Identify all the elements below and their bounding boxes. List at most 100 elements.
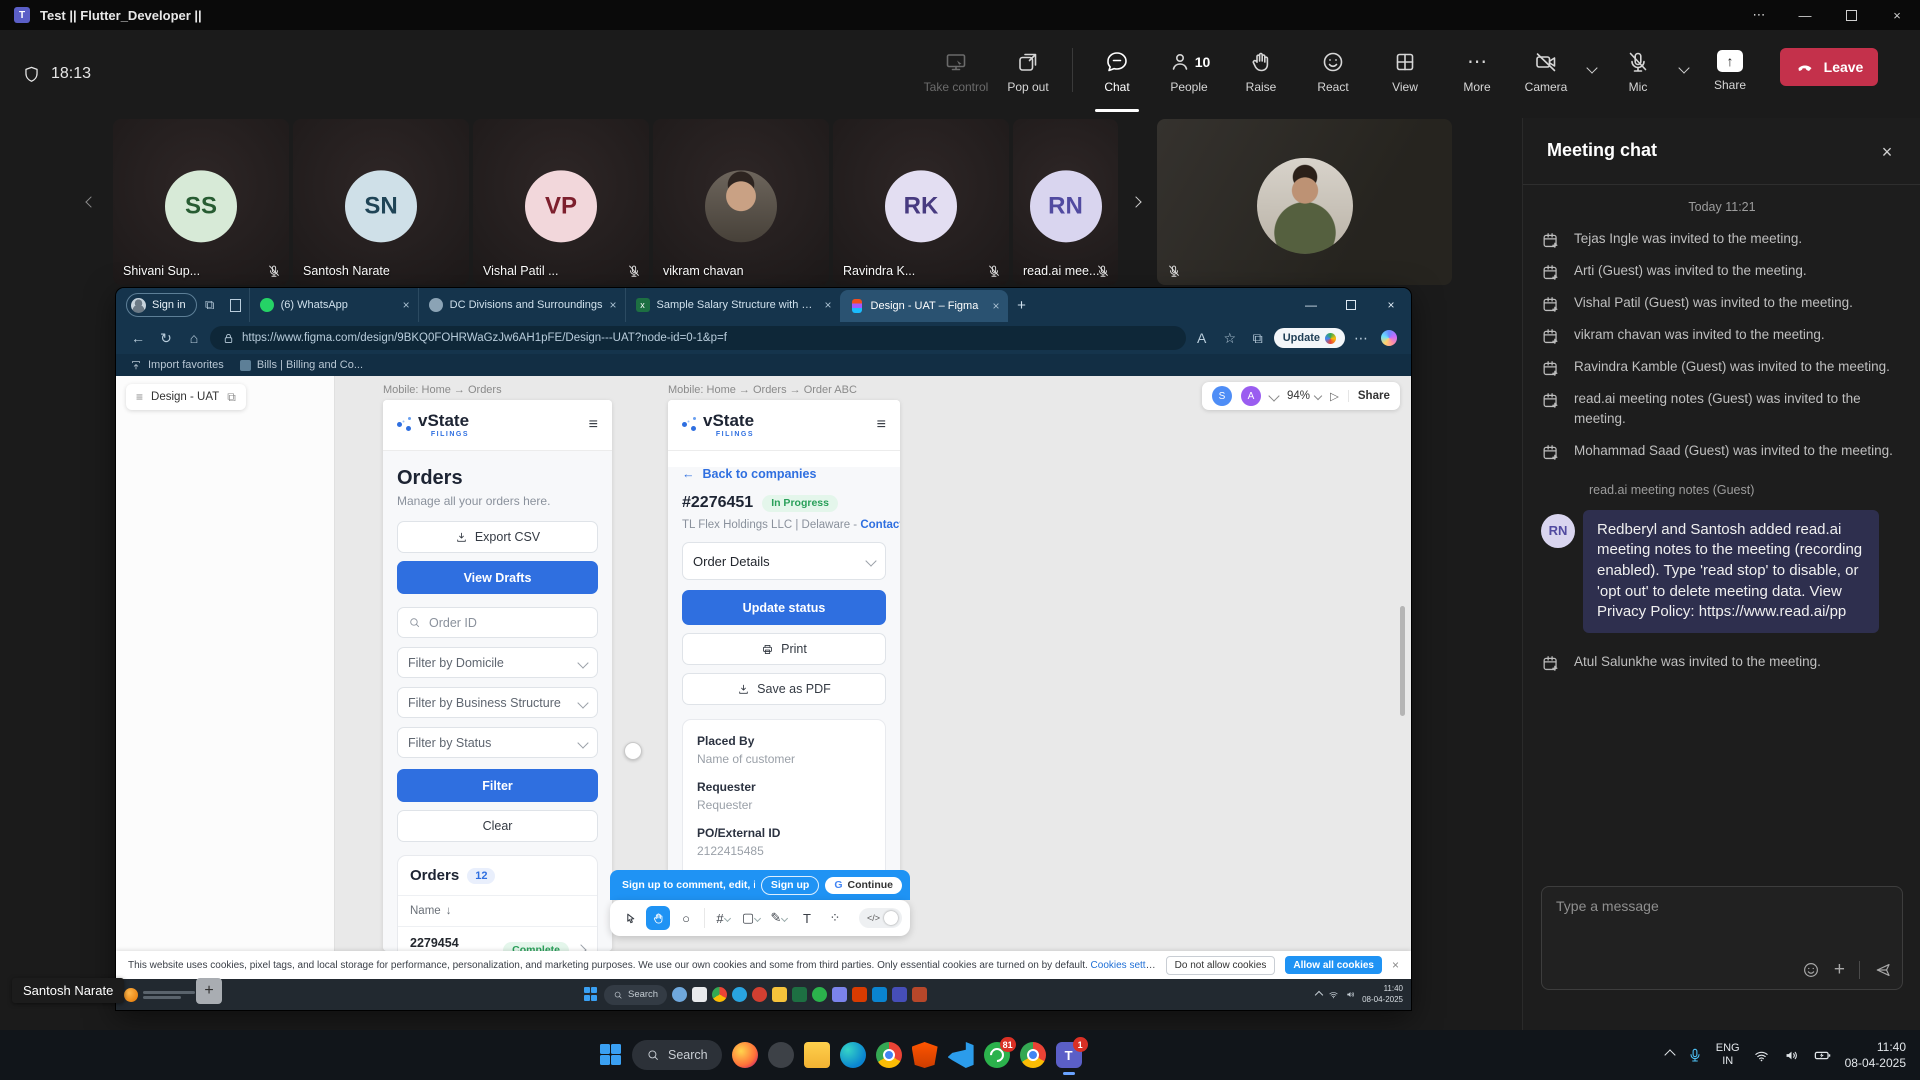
chat-button[interactable]: Chat (1081, 42, 1153, 106)
export-csv-button[interactable]: Export CSV (397, 521, 598, 553)
new-tab-button[interactable]: + (1008, 291, 1036, 319)
video-tile[interactable]: VP Vishal Patil ... (473, 119, 649, 285)
browser-tab-active[interactable]: Design - UAT – Figma × (840, 290, 1008, 322)
cookie-close-icon[interactable]: × (1392, 958, 1399, 972)
shared-app-icon[interactable] (712, 987, 727, 1002)
shared-app-icon[interactable] (672, 987, 687, 1002)
chat-message-list[interactable]: Today 11:21 Tejas Ingle was invited to t… (1541, 200, 1903, 673)
wifi-icon[interactable] (1753, 1047, 1770, 1064)
shared-app-icon[interactable] (812, 987, 827, 1002)
back-icon[interactable]: ← (126, 326, 150, 350)
titlebar-more-icon[interactable]: ⋯ (1736, 0, 1782, 30)
save-as-pdf-button[interactable]: Save as PDF (682, 673, 886, 705)
order-row[interactable]: 2279454 TL Flex Holdings LLC Complete (398, 927, 597, 951)
react-button[interactable]: React (1297, 42, 1369, 106)
shared-app-icon[interactable] (772, 987, 787, 1002)
video-tile[interactable]: RK Ravindra K... (833, 119, 1009, 285)
pen-tool-icon[interactable]: ✎ (767, 906, 791, 930)
collaborator-avatar[interactable]: S (1212, 386, 1232, 406)
browser-update-button[interactable]: Update (1274, 328, 1345, 348)
close-button[interactable]: × (1874, 0, 1920, 30)
chrome-icon[interactable] (876, 1042, 902, 1068)
tab-close-icon[interactable]: × (825, 298, 832, 312)
language-indicator[interactable]: ENG IN (1716, 1042, 1740, 1068)
home-icon[interactable]: ⌂ (182, 326, 206, 350)
canvas-scrollbar[interactable] (1400, 606, 1405, 716)
shared-app-icon[interactable] (912, 987, 927, 1002)
edge-icon[interactable] (840, 1042, 866, 1068)
firefox-icon[interactable] (732, 1042, 758, 1068)
comment-tool-icon[interactable]: ○ (674, 906, 698, 930)
components-tool-icon[interactable]: ⁘ (823, 906, 847, 930)
deny-cookies-button[interactable]: Do not allow cookies (1166, 956, 1276, 975)
collaborator-avatar[interactable]: A (1241, 386, 1261, 406)
hand-tool-selected-icon[interactable] (646, 906, 670, 930)
avatars-chevron-icon[interactable] (1268, 390, 1279, 401)
order-details-select[interactable]: Order Details (682, 542, 886, 580)
shared-app-icon[interactable] (872, 987, 887, 1002)
shared-app-icon[interactable] (732, 987, 747, 1002)
browser-signin-button[interactable]: Sign in (126, 293, 197, 317)
clock[interactable]: 11:40 08-04-2025 (1845, 1039, 1906, 1071)
text-tool-icon[interactable]: T (795, 906, 819, 930)
video-tile[interactable]: vikram chavan (653, 119, 829, 285)
tray-mic-icon[interactable] (1687, 1047, 1703, 1063)
start-button[interactable] (600, 1044, 622, 1066)
strip-scroll-left-button[interactable] (78, 180, 104, 224)
vertical-tabs-icon[interactable] (223, 294, 249, 316)
camera-button[interactable]: Camera (1510, 42, 1582, 106)
shared-app-icon[interactable] (892, 987, 907, 1002)
frame-label[interactable]: Mobile: Home → Orders → Order ABC (668, 384, 857, 396)
browser-minimize-button[interactable]: — (1291, 288, 1331, 322)
chat-close-icon[interactable]: × (1873, 138, 1901, 166)
copilot-icon[interactable] (1377, 326, 1401, 350)
mic-options-chevron[interactable] (1674, 42, 1694, 72)
chrome-profile-icon[interactable] (1020, 1042, 1046, 1068)
browser-tab[interactable]: (6) WhatsApp × (249, 288, 418, 322)
sign-up-button[interactable]: Sign up (761, 876, 820, 895)
frame-tool-icon[interactable]: # (711, 906, 735, 930)
battery-icon[interactable] (1813, 1046, 1832, 1065)
frame-label[interactable]: Mobile: Home → Orders (383, 384, 502, 396)
back-to-companies-link[interactable]: ← Back to companies (682, 467, 886, 481)
teams-taskbar-icon[interactable]: T 1 (1056, 1042, 1082, 1068)
filter-domicile-select[interactable]: Filter by Domicile (397, 647, 598, 678)
taskbar-search-box[interactable]: Search (632, 1040, 722, 1070)
pop-out-button[interactable]: Pop out (992, 42, 1064, 106)
raise-hand-button[interactable]: Raise (1225, 42, 1297, 106)
update-status-button[interactable]: Update status (682, 590, 886, 625)
mic-button[interactable]: Mic (1602, 42, 1674, 106)
people-button[interactable]: 10 People (1153, 42, 1225, 106)
shared-app-icon[interactable] (692, 987, 707, 1002)
whatsapp-icon[interactable]: 81 (984, 1042, 1010, 1068)
tab-close-icon[interactable]: × (403, 298, 410, 312)
brave-icon[interactable] (912, 1042, 938, 1068)
read-aloud-icon[interactable]: A (1190, 326, 1214, 350)
filter-button[interactable]: Filter (397, 769, 598, 802)
tab-close-icon[interactable]: × (993, 299, 1000, 313)
shared-app-icon[interactable] (832, 987, 847, 1002)
shared-app-icon[interactable] (752, 987, 767, 1002)
browser-tab[interactable]: DC Divisions and Surroundings × (418, 288, 625, 322)
move-tool-icon[interactable] (618, 906, 642, 930)
favorite-star-icon[interactable]: ☆ (1218, 326, 1242, 350)
shared-app-icon[interactable] (792, 987, 807, 1002)
browser-menu-icon[interactable]: ⋯ (1349, 326, 1373, 350)
share-button[interactable]: ↑ Share (1694, 42, 1766, 106)
view-drafts-button[interactable]: View Drafts (397, 561, 598, 594)
browser-maximize-button[interactable] (1331, 288, 1371, 322)
video-tile[interactable]: SN Santosh Narate (293, 119, 469, 285)
maximize-button[interactable] (1828, 0, 1874, 30)
allow-cookies-button[interactable]: Allow all cookies (1285, 956, 1382, 974)
browser-close-button[interactable]: × (1371, 288, 1411, 322)
shape-tool-icon[interactable]: ▢ (739, 906, 763, 930)
figma-file-chip[interactable]: ≡ Design - UAT ⧉ (126, 384, 246, 410)
refresh-icon[interactable]: ↻ (154, 326, 178, 350)
order-id-search[interactable]: Order ID (397, 607, 598, 638)
name-column-header[interactable]: Name ↓ (398, 896, 597, 926)
view-button[interactable]: View (1369, 42, 1441, 106)
favorites-item[interactable]: Bills | Billing and Co... (240, 359, 363, 371)
tab-close-icon[interactable]: × (610, 298, 617, 312)
leave-button[interactable]: Leave (1780, 48, 1878, 86)
zoom-control[interactable]: 94% (1287, 390, 1321, 402)
